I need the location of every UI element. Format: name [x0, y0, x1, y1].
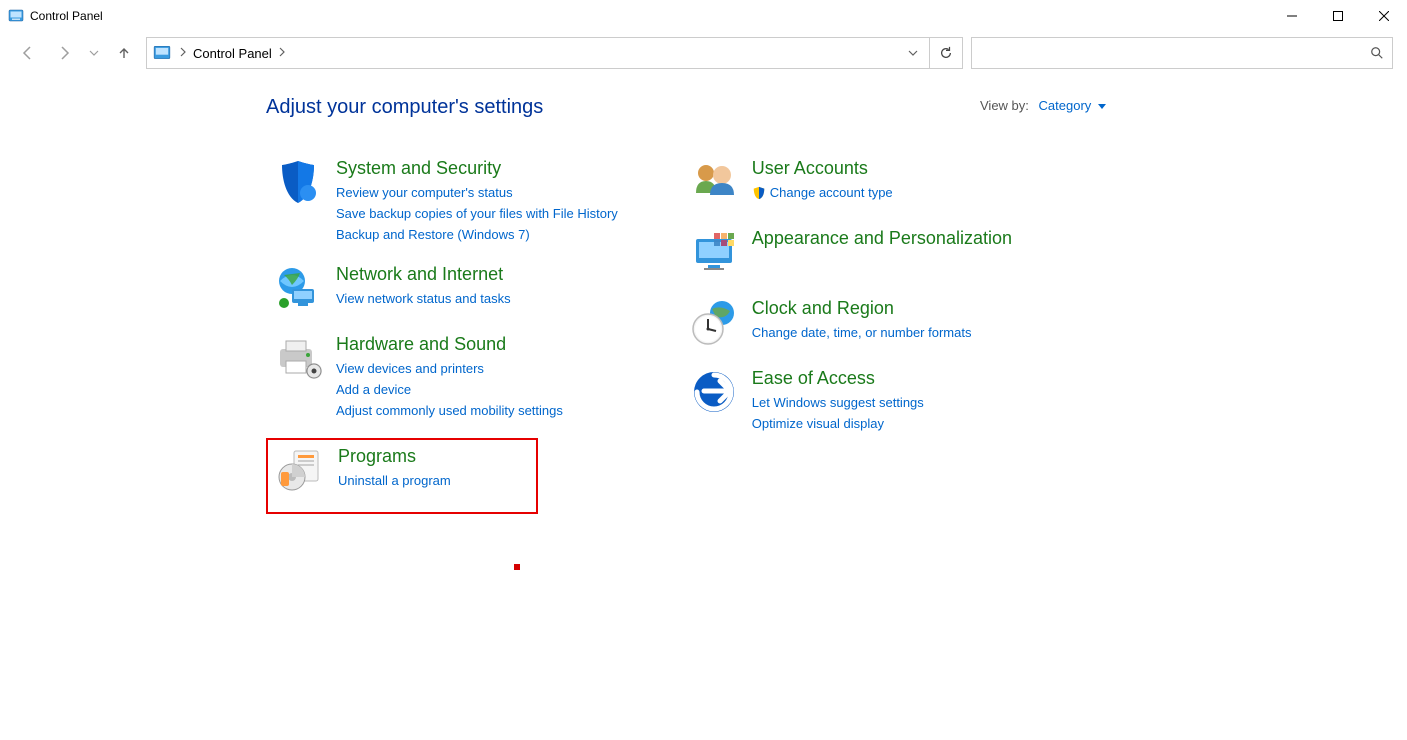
category-clock-region[interactable]: Clock and Region Change date, time, or n… — [682, 296, 1018, 348]
category-programs[interactable]: Programs Uninstall a program — [266, 438, 538, 514]
breadcrumb[interactable]: Control Panel — [189, 42, 276, 65]
monitor-personalization-icon — [688, 228, 740, 276]
globe-network-icon — [272, 264, 324, 312]
category-network-internet[interactable]: Network and Internet View network status… — [266, 262, 624, 314]
refresh-button[interactable] — [929, 38, 962, 68]
category-link[interactable]: Uninstall a program — [338, 473, 451, 488]
category-link[interactable]: Change account type — [752, 185, 893, 200]
category-link[interactable]: Adjust commonly used mobility settings — [336, 403, 563, 418]
category-system-security[interactable]: System and Security Review your computer… — [266, 156, 624, 244]
window-title: Control Panel — [30, 9, 103, 23]
category-link[interactable]: Save backup copies of your files with Fi… — [336, 206, 618, 221]
category-link[interactable]: Review your computer's status — [336, 185, 618, 200]
category-title[interactable]: Hardware and Sound — [336, 334, 563, 355]
ease-of-access-icon — [688, 368, 740, 416]
category-title[interactable]: Network and Internet — [336, 264, 511, 285]
control-panel-icon — [8, 8, 24, 24]
category-link[interactable]: View devices and printers — [336, 361, 563, 376]
category-link-label: Change account type — [770, 185, 893, 200]
control-panel-icon — [153, 44, 171, 62]
content-area: Adjust your computer's settings View by:… — [0, 74, 1407, 532]
category-hardware-sound[interactable]: Hardware and Sound View devices and prin… — [266, 332, 624, 420]
search-input[interactable] — [972, 40, 1362, 66]
address-bar[interactable]: Control Panel — [146, 37, 963, 69]
forward-button[interactable] — [50, 39, 78, 67]
page-title: Adjust your computer's settings — [266, 96, 543, 119]
left-column: System and Security Review your computer… — [266, 156, 624, 532]
category-link[interactable]: Optimize visual display — [752, 416, 924, 431]
view-by-label: View by: — [980, 98, 1029, 113]
close-button[interactable] — [1361, 0, 1407, 32]
back-button[interactable] — [14, 39, 42, 67]
maximize-button[interactable] — [1315, 0, 1361, 32]
view-by-selector[interactable]: View by: Category — [980, 98, 1106, 113]
shield-icon — [272, 158, 324, 206]
chevron-right-icon[interactable] — [278, 46, 286, 60]
category-title[interactable]: Ease of Access — [752, 368, 924, 389]
search-bar[interactable] — [971, 37, 1393, 69]
category-user-accounts[interactable]: User Accounts Change account type — [682, 156, 1018, 208]
category-title[interactable]: System and Security — [336, 158, 618, 179]
dropdown-icon — [1098, 104, 1106, 109]
category-link[interactable]: Let Windows suggest settings — [752, 395, 924, 410]
uac-shield-icon — [752, 186, 766, 200]
category-title[interactable]: Programs — [338, 446, 451, 467]
category-title[interactable]: Clock and Region — [752, 298, 972, 319]
navigation-bar: Control Panel — [0, 32, 1407, 74]
category-link[interactable]: Add a device — [336, 382, 563, 397]
category-appearance[interactable]: Appearance and Personalization — [682, 226, 1018, 278]
recent-dropdown-icon[interactable] — [86, 39, 102, 67]
category-link[interactable]: Change date, time, or number formats — [752, 325, 972, 340]
annotation-dot — [514, 564, 520, 570]
search-icon[interactable] — [1362, 38, 1392, 68]
category-title[interactable]: Appearance and Personalization — [752, 228, 1012, 249]
minimize-button[interactable] — [1269, 0, 1315, 32]
chevron-right-icon[interactable] — [179, 46, 187, 60]
right-column: User Accounts Change account type — [682, 156, 1018, 532]
category-title[interactable]: User Accounts — [752, 158, 893, 179]
printer-icon — [272, 334, 324, 382]
users-icon — [688, 158, 740, 206]
programs-icon — [274, 446, 326, 494]
view-by-value[interactable]: Category — [1039, 98, 1092, 113]
address-dropdown-icon[interactable] — [897, 38, 929, 68]
category-link[interactable]: Backup and Restore (Windows 7) — [336, 227, 618, 242]
up-button[interactable] — [110, 39, 138, 67]
clock-globe-icon — [688, 298, 740, 346]
titlebar: Control Panel — [0, 0, 1407, 32]
category-ease-of-access[interactable]: Ease of Access Let Windows suggest setti… — [682, 366, 1018, 433]
category-link[interactable]: View network status and tasks — [336, 291, 511, 306]
